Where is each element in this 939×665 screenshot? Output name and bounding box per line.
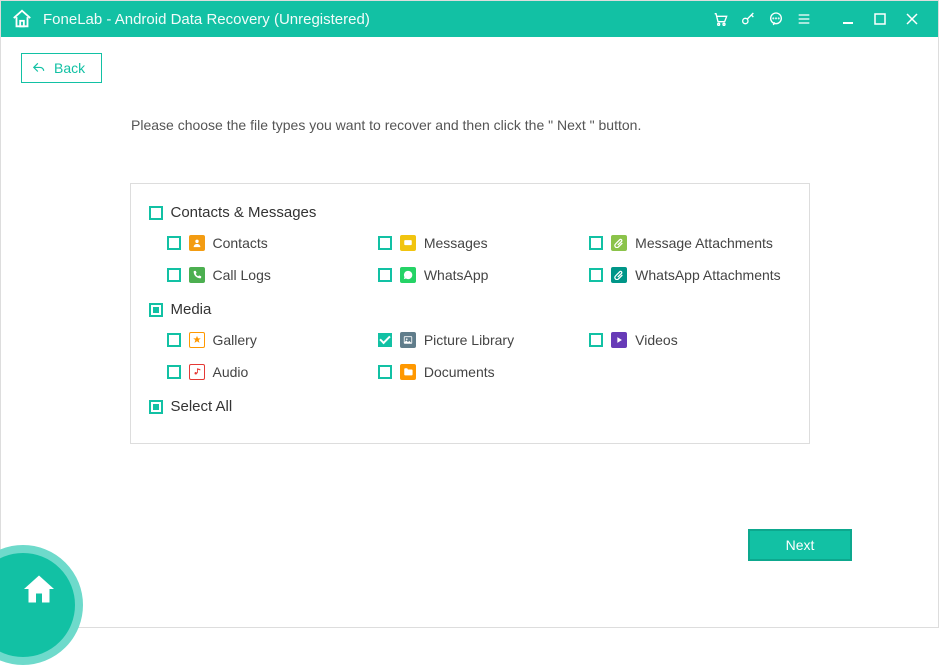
item-videos[interactable]: Videos [589, 332, 790, 348]
documents-icon [400, 364, 416, 380]
checkbox-select-all[interactable] [149, 400, 163, 414]
checkbox-section-media[interactable] [149, 303, 163, 317]
select-all-label: Select All [171, 398, 233, 415]
item-contacts[interactable]: Contacts [167, 235, 368, 251]
item-messages[interactable]: Messages [378, 235, 579, 251]
next-button[interactable]: Next [748, 529, 852, 561]
item-label: Gallery [213, 332, 257, 348]
item-audio[interactable]: Audio [167, 364, 368, 380]
app-logo-icon [11, 8, 33, 30]
titlebar: FoneLab - Android Data Recovery (Unregis… [1, 1, 938, 37]
section-media-label: Media [171, 301, 212, 318]
filetype-panel: Contacts & Messages Contacts Messages [130, 183, 810, 444]
picture-library-icon [400, 332, 416, 348]
item-call-logs[interactable]: Call Logs [167, 267, 368, 283]
checkbox-call-logs[interactable] [167, 268, 181, 282]
item-label: Messages [424, 235, 488, 251]
item-message-attachments[interactable]: Message Attachments [589, 235, 790, 251]
item-label: Audio [213, 364, 249, 380]
item-whatsapp-attachments[interactable]: WhatsApp Attachments [589, 267, 790, 283]
messages-icon [400, 235, 416, 251]
item-label: Picture Library [424, 332, 514, 348]
item-label: Call Logs [213, 267, 271, 283]
section-contacts-messages[interactable]: Contacts & Messages [149, 204, 791, 221]
next-label: Next [786, 537, 815, 553]
feedback-icon[interactable] [762, 5, 790, 33]
checkbox-gallery[interactable] [167, 333, 181, 347]
checkbox-whatsapp[interactable] [378, 268, 392, 282]
item-picture-library[interactable]: Picture Library [378, 332, 579, 348]
checkbox-contacts[interactable] [167, 236, 181, 250]
item-documents[interactable]: Documents [378, 364, 579, 380]
back-arrow-icon [32, 61, 46, 75]
section-media[interactable]: Media [149, 301, 791, 318]
audio-icon [189, 364, 205, 380]
checkbox-videos[interactable] [589, 333, 603, 347]
instruction-text: Please choose the file types you want to… [131, 117, 918, 133]
item-whatsapp[interactable]: WhatsApp [378, 267, 579, 283]
item-label: WhatsApp Attachments [635, 267, 781, 283]
checkbox-audio[interactable] [167, 365, 181, 379]
checkbox-msg-attach[interactable] [589, 236, 603, 250]
item-label: WhatsApp [424, 267, 489, 283]
videos-icon [611, 332, 627, 348]
item-label: Videos [635, 332, 678, 348]
section-contacts-label: Contacts & Messages [171, 204, 317, 221]
gallery-icon [189, 332, 205, 348]
home-icon [21, 571, 57, 607]
checkbox-messages[interactable] [378, 236, 392, 250]
checkbox-documents[interactable] [378, 365, 392, 379]
contacts-icon [189, 235, 205, 251]
menu-icon[interactable] [790, 5, 818, 33]
home-button[interactable] [0, 545, 83, 665]
maximize-button[interactable] [864, 5, 896, 33]
msg-attachments-icon [611, 235, 627, 251]
checkbox-wa-attach[interactable] [589, 268, 603, 282]
minimize-button[interactable] [832, 5, 864, 33]
item-gallery[interactable]: Gallery [167, 332, 368, 348]
item-label: Documents [424, 364, 495, 380]
cart-icon[interactable] [706, 5, 734, 33]
back-label: Back [54, 60, 85, 76]
select-all[interactable]: Select All [149, 398, 791, 415]
item-label: Contacts [213, 235, 268, 251]
item-label: Message Attachments [635, 235, 773, 251]
checkbox-picture-library[interactable] [378, 333, 392, 347]
close-button[interactable] [896, 5, 928, 33]
window-title: FoneLab - Android Data Recovery (Unregis… [43, 11, 370, 28]
checkbox-section-contacts[interactable] [149, 206, 163, 220]
wa-attachments-icon [611, 267, 627, 283]
back-button[interactable]: Back [21, 53, 102, 83]
key-icon[interactable] [734, 5, 762, 33]
whatsapp-icon [400, 267, 416, 283]
call-logs-icon [189, 267, 205, 283]
